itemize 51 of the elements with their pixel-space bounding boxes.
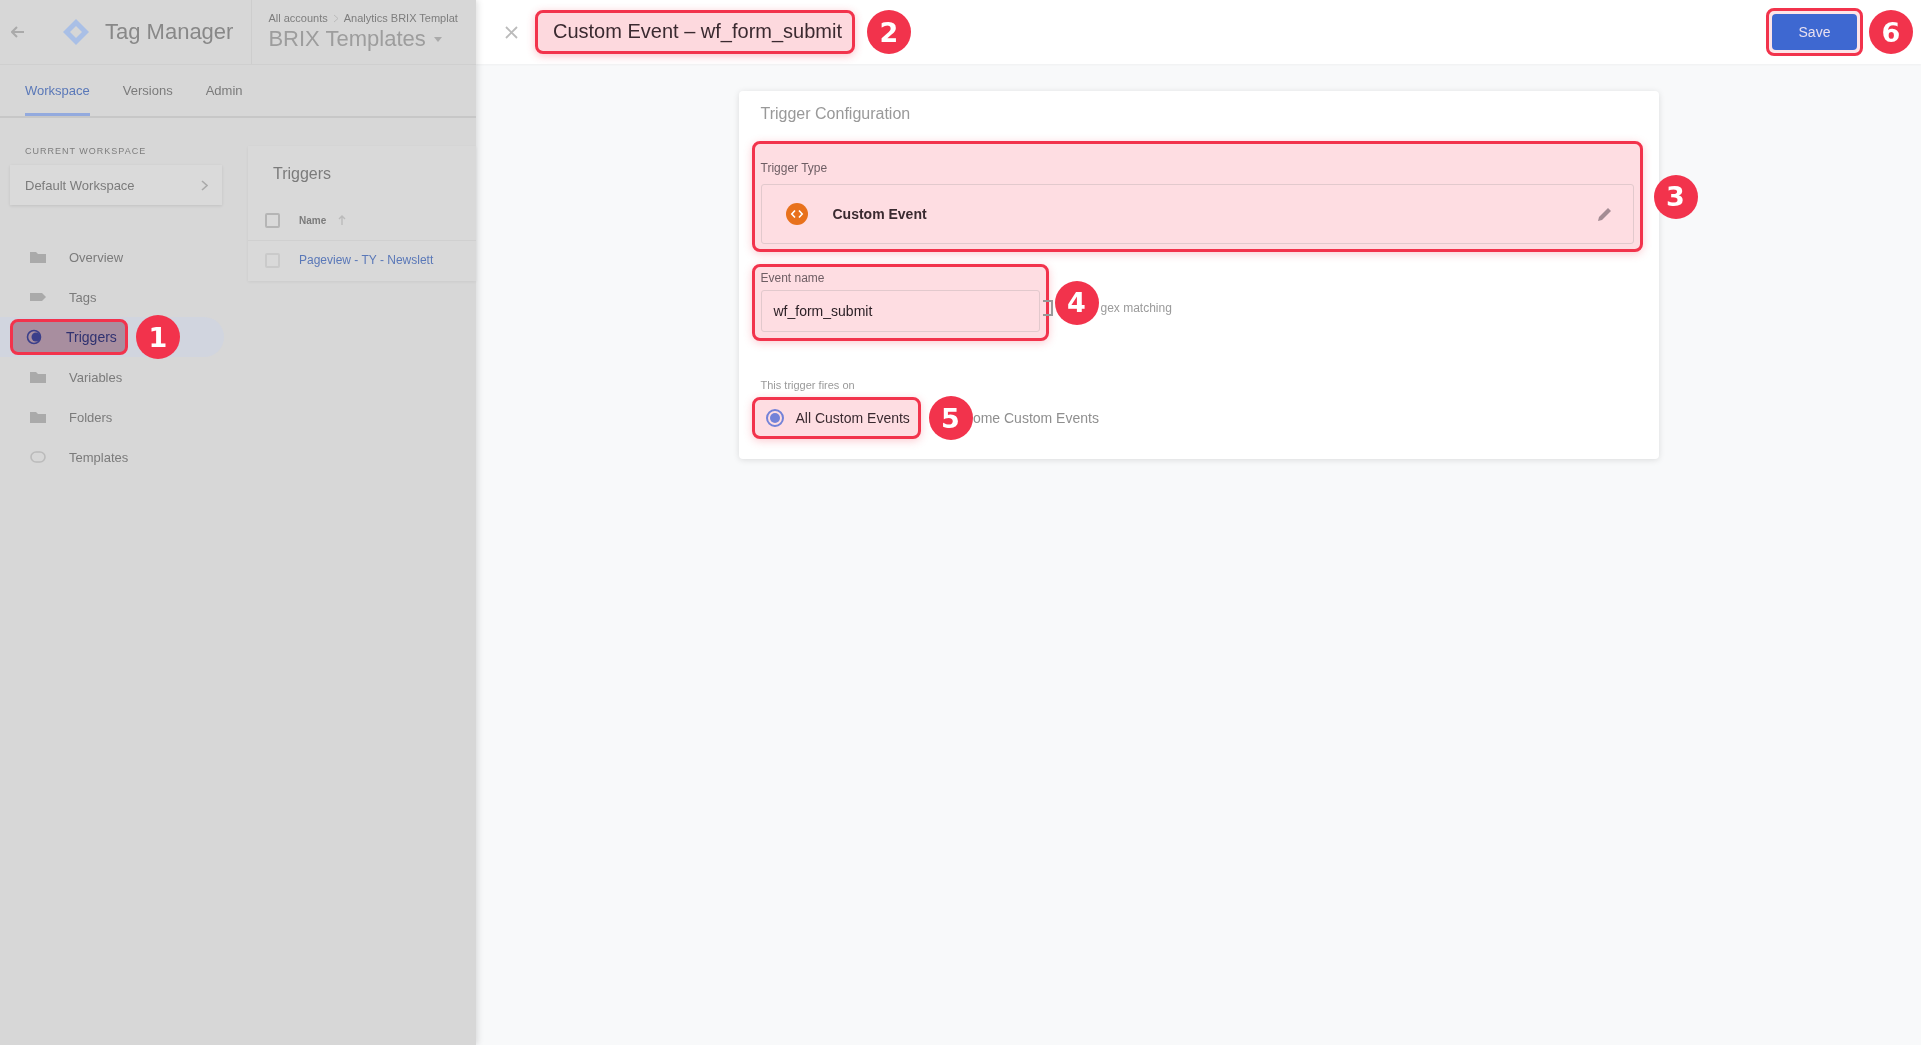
title-field[interactable]: Custom Event – wf_form_submit <box>535 10 855 54</box>
code-brackets-icon <box>785 203 808 225</box>
field-label: Event name <box>760 271 826 285</box>
checkbox[interactable] <box>1042 299 1053 316</box>
container-name[interactable]: BRIX Templates <box>268 26 426 52</box>
radio-option[interactable]: All Custom Events <box>751 397 921 439</box>
trigger-type-selector[interactable]: Custom Event <box>760 184 1634 244</box>
folder-icon <box>29 409 47 425</box>
event-name-field[interactable]: wf_form_submit <box>760 290 1040 332</box>
callout-badge: 5 <box>928 396 973 440</box>
callout-badge: 6 <box>1869 10 1913 54</box>
column-header[interactable]: Name <box>299 214 327 226</box>
sidebar-item[interactable]: Templates <box>12 439 140 475</box>
chevron-icon <box>332 13 339 23</box>
pencil-icon <box>1596 206 1613 222</box>
rounded-shape-icon <box>29 449 47 465</box>
sidebar-item[interactable]: Tags <box>12 279 108 315</box>
section-label: CURRENT WORKSPACE <box>24 146 148 156</box>
close-icon[interactable] <box>505 25 518 39</box>
callout-badge: 4 <box>1054 280 1099 325</box>
nav-tab[interactable]: Admin <box>205 83 243 116</box>
save-button[interactable]: Save <box>1772 14 1857 50</box>
workspace-selector[interactable]: Default Workspace <box>10 165 222 205</box>
diamond-logo-icon <box>61 17 91 47</box>
checkbox[interactable] <box>265 212 280 228</box>
trigger-link[interactable]: Pageview - TY - Newslett <box>299 253 434 267</box>
breadcrumb-link[interactable]: All accounts <box>268 12 328 24</box>
nav-tab[interactable]: Workspace <box>25 83 90 116</box>
breadcrumb-link[interactable]: Analytics BRIX Templat <box>343 12 458 24</box>
folder-icon <box>29 249 47 265</box>
callout-badge: 2 <box>867 10 911 54</box>
panel-title: Triggers <box>272 164 333 184</box>
field-label: This trigger fires on <box>760 379 856 391</box>
sort-arrow-icon[interactable] <box>338 215 347 225</box>
sidebar-item[interactable]: Triggers <box>10 319 128 355</box>
sidebar-item[interactable]: Overview <box>12 239 135 275</box>
nav-tab[interactable]: Versions <box>122 83 173 116</box>
back-arrow-icon[interactable] <box>11 26 25 38</box>
overlapping-circles-icon <box>26 329 44 345</box>
sidebar-item[interactable]: Folders <box>12 399 124 435</box>
callout-badge: 1 <box>136 315 180 359</box>
dropdown-caret-icon[interactable] <box>433 36 442 42</box>
chevron-icon <box>201 179 208 191</box>
app-title: Tag Manager <box>105 19 234 45</box>
checkbox-label: gex matching <box>1100 300 1172 315</box>
callout-badge: 3 <box>1653 174 1698 219</box>
folder-icon <box>29 369 47 385</box>
field-label: Trigger Type <box>760 161 829 175</box>
sidebar-item[interactable]: Variables <box>12 359 134 395</box>
card-title: Trigger Configuration <box>759 104 912 124</box>
radio-option[interactable]: ome Custom Events <box>972 410 1099 426</box>
